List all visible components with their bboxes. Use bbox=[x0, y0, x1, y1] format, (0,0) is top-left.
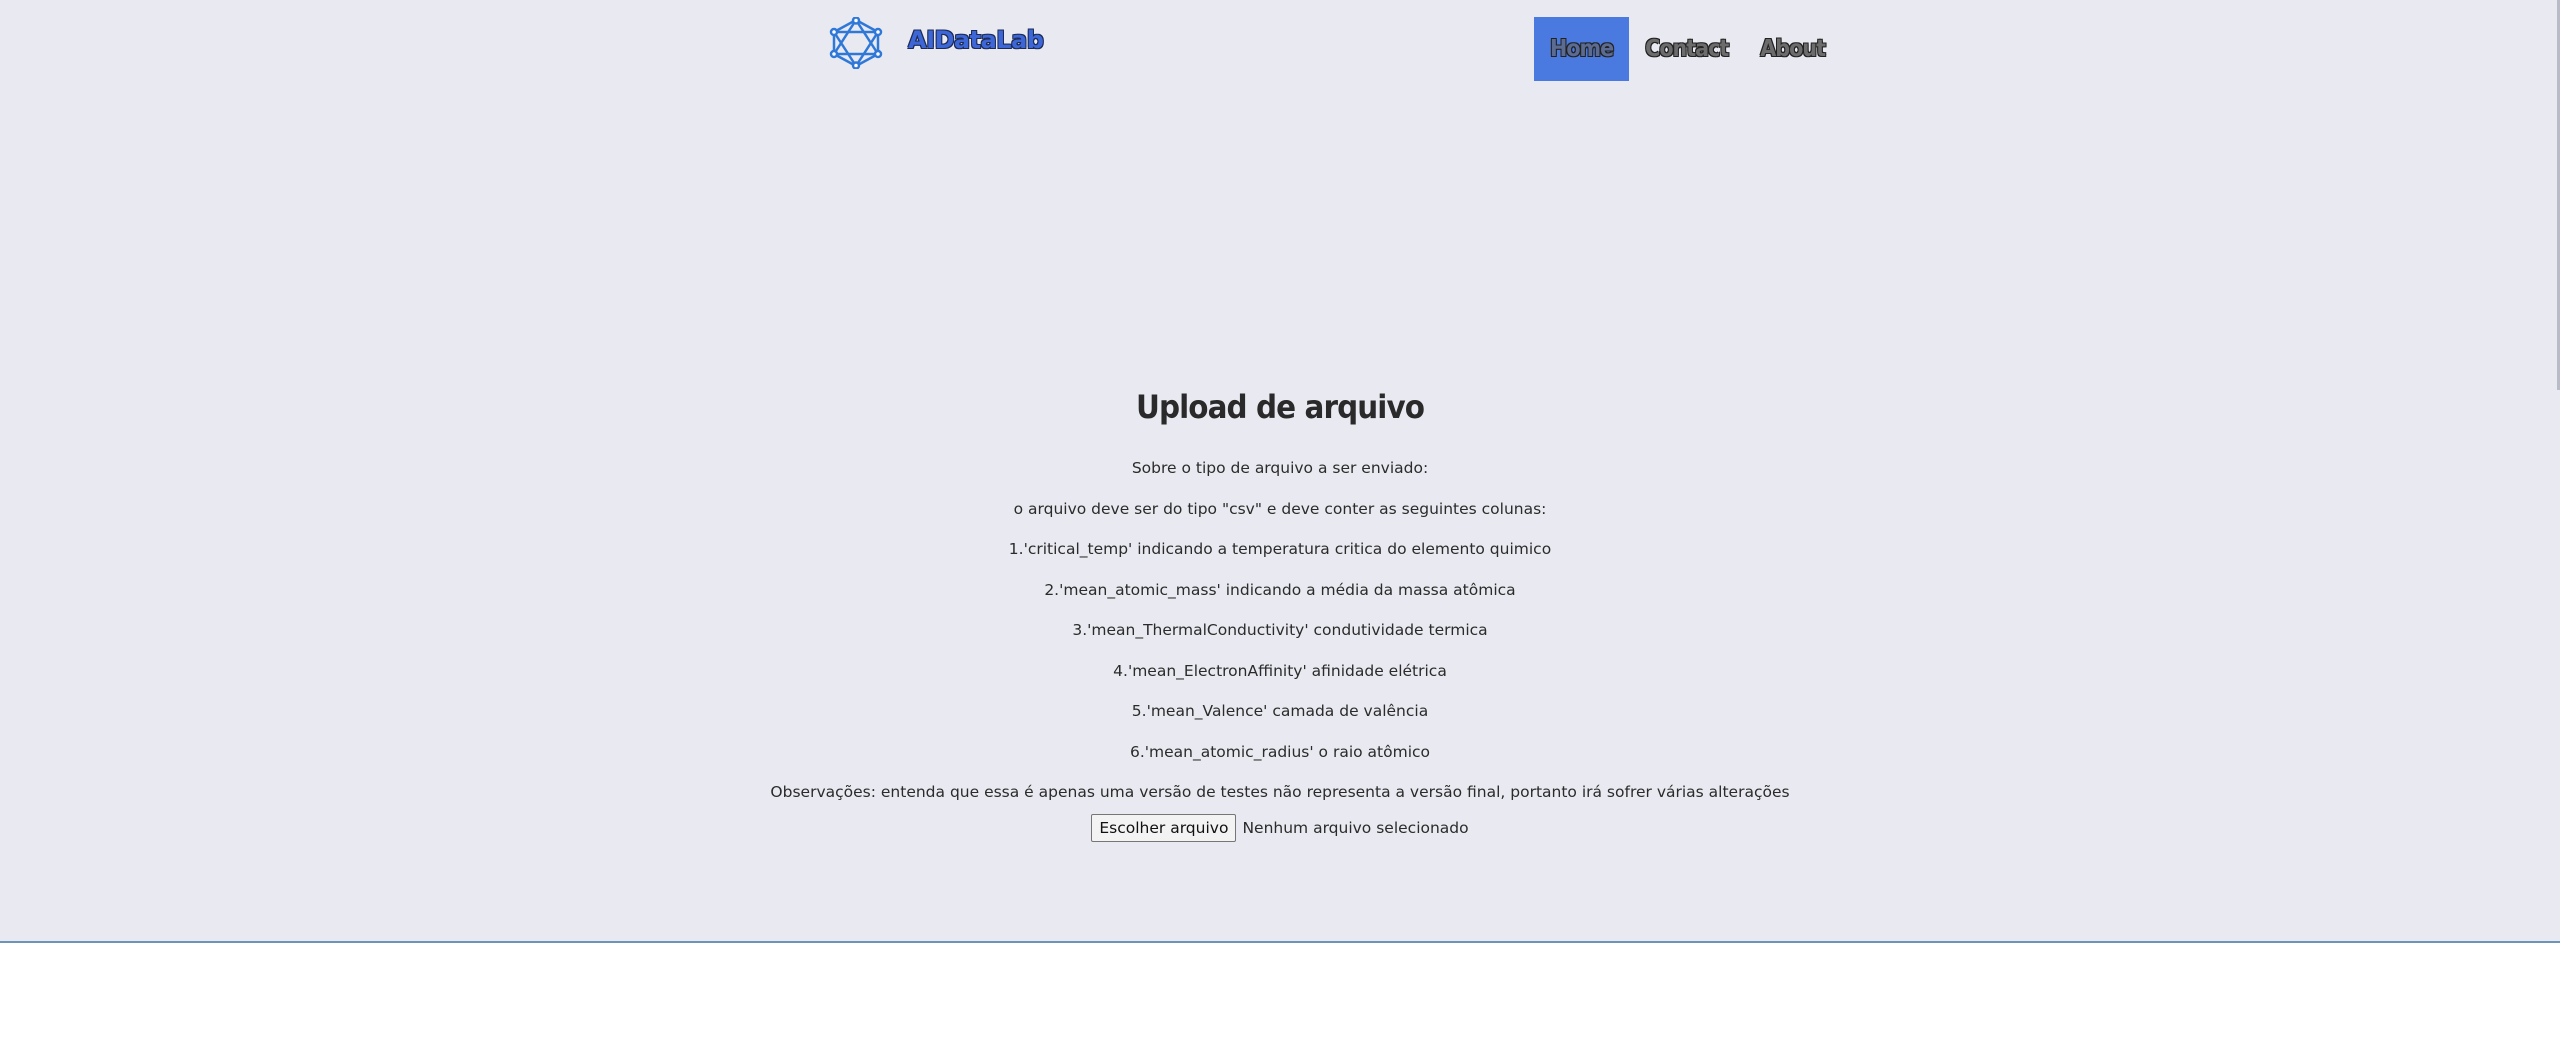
nav-home[interactable]: Home bbox=[1534, 17, 1630, 81]
column-item-critical-temp: 1.'critical_temp' indicando a temperatur… bbox=[1008, 540, 1552, 558]
column-item-electron-affinity: 4.'mean_ElectronAffinity' afinidade elét… bbox=[1113, 661, 1447, 680]
column-item-valence: 5.'mean_Valence' camada de valência bbox=[1131, 702, 1429, 720]
page-title: Upload de arquivo bbox=[1135, 388, 1425, 426]
main-nav: Home Contact About bbox=[1534, 17, 1841, 81]
column-item-atomic-radius: 6.'mean_atomic_radius' o raio atômico bbox=[1129, 742, 1431, 761]
brand-link[interactable]: AIDataLab bbox=[828, 17, 1044, 69]
file-type-intro: Sobre o tipo de arquivo a ser enviado: bbox=[1131, 459, 1429, 477]
nav-about[interactable]: About bbox=[1744, 17, 1841, 81]
file-status-text: Nenhum arquivo selecionado bbox=[1242, 818, 1469, 837]
column-item-thermal-conductivity: 3.'mean_ThermalConductivity' condutivida… bbox=[1072, 621, 1488, 639]
observation-note: Observações: entenda que essa é apenas u… bbox=[770, 783, 1790, 801]
column-item-mean-atomic-mass: 2.'mean_atomic_mass' indicando a média d… bbox=[1044, 580, 1516, 599]
choose-file-button[interactable]: Escolher arquivo bbox=[1091, 813, 1237, 842]
network-icon bbox=[828, 17, 884, 69]
file-format-requirement: o arquivo deve ser do tipo "csv" e deve … bbox=[1013, 499, 1547, 518]
brand-name: AIDataLab bbox=[908, 26, 1044, 54]
file-input: Escolher arquivo Nenhum arquivo selecion… bbox=[0, 813, 2560, 842]
nav-contact[interactable]: Contact bbox=[1629, 17, 1744, 81]
upload-section: Upload de arquivo Sobre o tipo de arquiv… bbox=[0, 388, 2560, 842]
